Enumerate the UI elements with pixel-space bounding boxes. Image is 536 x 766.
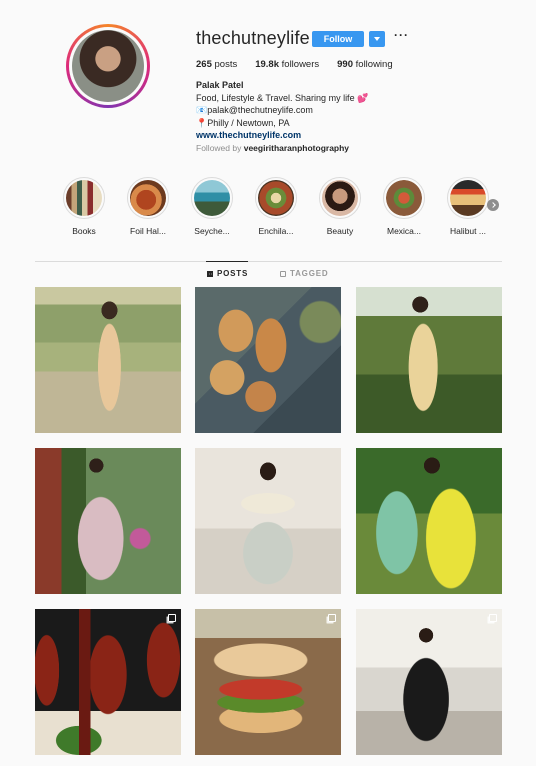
post-thumbnail[interactable]	[35, 287, 181, 433]
following-label: following	[355, 59, 393, 70]
tab-posts-label: POSTS	[217, 269, 249, 278]
posts-count: 265	[196, 59, 212, 70]
highlight-ring	[319, 177, 361, 219]
highlight-thumbnail	[450, 180, 486, 216]
full-name: Palak Patel	[196, 80, 244, 90]
tag-icon	[280, 270, 286, 277]
followed-by-user-link[interactable]: veegiritharanphotography	[244, 143, 349, 153]
post-thumbnail[interactable]	[195, 448, 341, 594]
bio-email: 📧palak@thechutneylife.com	[196, 105, 313, 115]
highlight-ring	[255, 177, 297, 219]
followed-by: Followed by veegiritharanphotography	[196, 143, 349, 153]
profile-avatar[interactable]	[66, 24, 150, 108]
profile-stats: 265 posts 19.8k followers 990 following	[196, 59, 411, 70]
tab-tagged-label: TAGGED	[290, 269, 329, 278]
carousel-icon	[489, 614, 497, 622]
highlights-next-button[interactable]	[487, 199, 499, 211]
highlight-seychelles[interactable]: Seyche...	[180, 177, 244, 236]
tabs-divider	[35, 261, 502, 262]
bio-location: 📍Philly / Newtown, PA	[196, 117, 290, 128]
highlight-ring	[191, 177, 233, 219]
suggested-dropdown-button[interactable]	[369, 31, 385, 47]
post-thumbnail[interactable]	[195, 287, 341, 433]
highlight-label: Seyche...	[194, 226, 230, 236]
avatar-border	[69, 27, 147, 105]
post-thumbnail[interactable]	[35, 609, 181, 755]
post-thumbnail[interactable]	[356, 609, 502, 755]
post-thumbnail[interactable]	[195, 609, 341, 755]
highlight-ring	[447, 177, 489, 219]
tab-posts[interactable]: POSTS	[207, 269, 248, 278]
highlight-books[interactable]: Books	[52, 177, 116, 236]
highlight-enchiladas[interactable]: Enchila...	[244, 177, 308, 236]
carousel-icon	[168, 614, 176, 622]
chevron-right-icon	[489, 202, 496, 208]
bio-line-1: Food, Lifestyle & Travel. Sharing my lif…	[196, 92, 369, 103]
post-thumbnail[interactable]	[356, 287, 502, 433]
followed-by-prefix: Followed by	[196, 143, 244, 153]
highlight-thumbnail	[322, 180, 358, 216]
followers-stat[interactable]: 19.8k followers	[255, 59, 319, 70]
highlight-foil-halibut[interactable]: Foil Hal...	[116, 177, 180, 236]
posts-stat: 265 posts	[196, 59, 237, 70]
active-tab-indicator	[206, 261, 248, 262]
tab-tagged[interactable]: TAGGED	[280, 269, 328, 278]
profile-username: thechutneylife	[196, 28, 310, 48]
highlight-label: Foil Hal...	[130, 226, 166, 236]
highlight-thumbnail	[258, 180, 294, 216]
highlight-thumbnail	[66, 180, 102, 216]
highlight-label: Halibut ...	[450, 226, 486, 236]
highlight-ring	[63, 177, 105, 219]
highlight-ring	[383, 177, 425, 219]
followers-count: 19.8k	[255, 59, 279, 70]
story-highlights: Books Foil Hal... Seyche... Enchila... B…	[52, 177, 500, 236]
posts-label: posts	[214, 59, 238, 70]
highlight-beauty[interactable]: Beauty	[308, 177, 372, 236]
highlight-label: Mexica...	[386, 226, 421, 236]
post-thumbnail[interactable]	[35, 448, 181, 594]
profile-bio: Palak Patel Food, Lifestyle & Travel. Sh…	[196, 79, 368, 142]
followers-label: followers	[281, 59, 320, 70]
highlight-ring	[127, 177, 169, 219]
follow-button[interactable]: Follow	[312, 31, 364, 47]
post-thumbnail[interactable]	[356, 448, 502, 594]
caret-down-icon	[374, 37, 380, 41]
highlight-label: Enchila...	[258, 226, 294, 236]
following-count: 990	[337, 59, 353, 70]
grid-icon	[207, 270, 213, 277]
highlight-thumbnail	[386, 180, 422, 216]
highlight-thumbnail	[130, 180, 166, 216]
avatar-image	[72, 30, 144, 102]
website-link[interactable]: www.thechutneylife.com	[196, 129, 368, 142]
highlight-label: Beauty	[326, 226, 354, 236]
following-stat[interactable]: 990 following	[337, 59, 392, 70]
highlight-thumbnail	[194, 180, 230, 216]
more-options-button[interactable]: ···	[394, 28, 409, 42]
highlight-label: Books	[72, 226, 96, 236]
carousel-icon	[328, 614, 336, 622]
highlight-mexican[interactable]: Mexica...	[372, 177, 436, 236]
